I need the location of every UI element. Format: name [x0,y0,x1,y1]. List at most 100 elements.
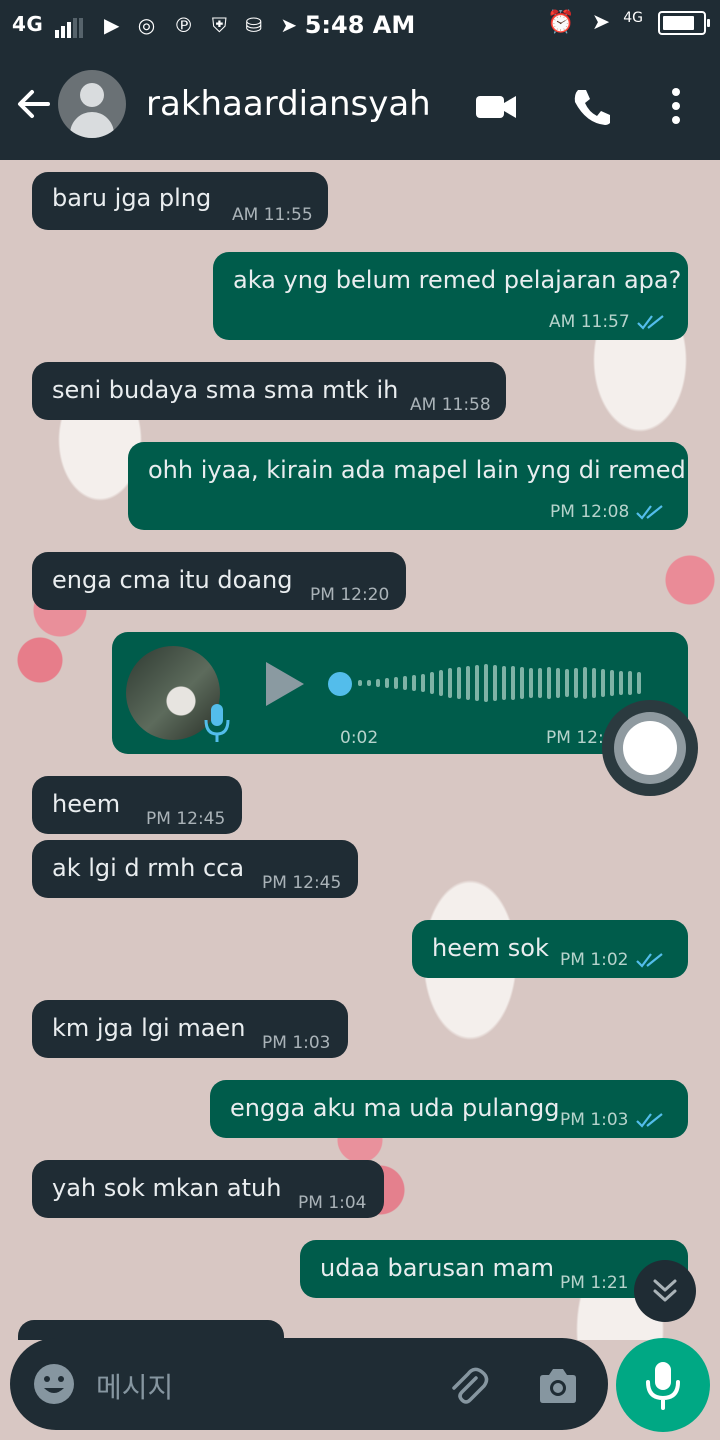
message-time: PM 1:04 [298,1193,367,1213]
waveform-bar [457,667,461,699]
waveform-bar [556,668,560,698]
message-time: AM 11:58 [410,395,491,415]
message-text: baru jga plng [52,184,212,212]
message-time-value: PM 12:08 [550,502,630,522]
message-input[interactable]: 메시지 [96,1366,173,1406]
waveform-bar [529,668,533,698]
waveform-bar [448,668,452,698]
message-time-value: AM 11:57 [549,312,630,332]
waveform-bar [610,670,614,696]
voice-duration: 0:02 [340,728,379,748]
chevron-double-down-icon [653,1279,677,1302]
voice-record-button[interactable] [616,1338,710,1432]
message-text: enga cma itu doang [52,566,293,594]
waveform-bar [520,667,524,699]
waveform-bar [637,672,641,694]
waveform-bar [466,666,470,700]
waveform-bar [412,675,416,691]
emoji-icon[interactable] [32,1362,76,1406]
double-check-icon [636,505,664,520]
mic-icon [646,1362,680,1410]
message-time-value: PM 1:03 [560,1110,629,1130]
waveform-bar [394,677,398,689]
record-icon[interactable] [602,700,698,796]
message-outgoing[interactable]: udaa barusan mam PM 1:21 [300,1240,688,1298]
message-incoming[interactable]: yah sok mkan atuh PM 1:04 [32,1160,384,1218]
message-incoming[interactable]: baru jga plng AM 11:55 [32,172,328,230]
waveform-bar [601,669,605,697]
waveform-bar [628,671,632,695]
waveform-bar [502,666,506,700]
double-check-icon [636,315,664,330]
waveform-bar [367,680,371,686]
attach-icon[interactable] [446,1364,490,1408]
phone-icon[interactable] [570,86,614,126]
message-incoming[interactable]: seni budaya sma sma mtk ih AM 11:58 [32,362,506,420]
message-text: km jga lgi maen [52,1014,246,1042]
more-vert-icon[interactable] [654,86,698,126]
message-incoming[interactable]: km jga lgi maen PM 1:03 [32,1000,348,1058]
alarm-icon: ⏰ [547,10,575,35]
waveform-bar [376,679,380,687]
message-text: engga aku ma uda pulangg [230,1094,560,1122]
waveform-bar [565,669,569,697]
waveform-bar [421,674,425,692]
waveform-bar [484,664,488,702]
message-time: PM 1:03 [262,1033,331,1053]
message-text: yah sok mkan atuh [52,1174,282,1202]
message-time: AM 11:57 [549,312,666,332]
waveform-bar [592,668,596,698]
waveform-bar [403,676,407,690]
message-text: aka yng belum remed pelajaran apa? [233,266,682,294]
message-outgoing[interactable]: aka yng belum remed pelajaran apa? AM 11… [213,252,688,340]
message-outgoing[interactable]: heem sok PM 1:02 [412,920,688,978]
message-time: PM 12:45 [146,809,226,829]
play-icon[interactable] [266,662,304,706]
message-text: heem [52,790,121,818]
message-text: heem sok [432,934,549,962]
message-outgoing[interactable]: ohh iyaa, kirain ada mapel lain yng di r… [128,442,688,530]
waveform-bar [547,667,551,699]
message-time: AM 11:55 [232,205,313,225]
message-incoming-partial[interactable] [18,1320,284,1340]
waveform-bar [538,668,542,698]
scroll-down-button[interactable] [634,1260,696,1322]
message-composer[interactable]: 메시지 [10,1338,608,1430]
double-check-icon [635,953,663,968]
message-time: PM 1:02 [560,950,665,970]
contact-name[interactable]: rakhaardiansyah [146,84,431,124]
message-time-value: PM 1:02 [560,950,629,970]
waveform-bar [430,672,434,694]
video-call-icon[interactable] [474,86,518,126]
status-bar: 4G ▶ ◎ ℗ ⛨ ⛁ ➤ 5:48 AM ⏰ ➤ 4G [0,0,720,52]
message-time: PM 12:08 [550,502,665,522]
message-outgoing[interactable]: engga aku ma uda pulangg PM 1:03 [210,1080,688,1138]
message-incoming[interactable]: enga cma itu doang PM 12:20 [32,552,406,610]
camera-icon[interactable] [536,1364,580,1408]
message-text: seni budaya sma sma mtk ih [52,376,399,404]
double-check-icon [635,1113,663,1128]
message-time: PM 12:20 [310,585,390,605]
status-right: ⏰ ➤ 4G [547,10,710,35]
waveform-bar [619,671,623,695]
playback-handle[interactable] [328,672,352,696]
chat-header: rakhaardiansyah [0,52,720,160]
message-incoming[interactable]: heem PM 12:45 [32,776,242,834]
battery-icon [658,11,710,35]
waveform-bar [358,680,362,686]
message-text: ak lgi d rmh cca [52,854,245,882]
battery-fill [663,16,694,30]
waveform [358,664,641,702]
mic-icon [204,704,230,742]
waveform-bar [439,670,443,696]
back-arrow-icon[interactable] [14,84,54,124]
voice-message[interactable]: 0:02 PM 12: [112,632,688,754]
waveform-bar [511,666,515,700]
message-time: PM 1:21 [560,1273,629,1293]
message-text: udaa barusan mam [320,1254,555,1282]
avatar-icon[interactable] [58,70,126,138]
waveform-bar [583,667,587,699]
message-incoming[interactable]: ak lgi d rmh cca PM 12:45 [32,840,358,898]
message-time: PM 1:03 [560,1110,665,1130]
waveform-bar [385,678,389,688]
